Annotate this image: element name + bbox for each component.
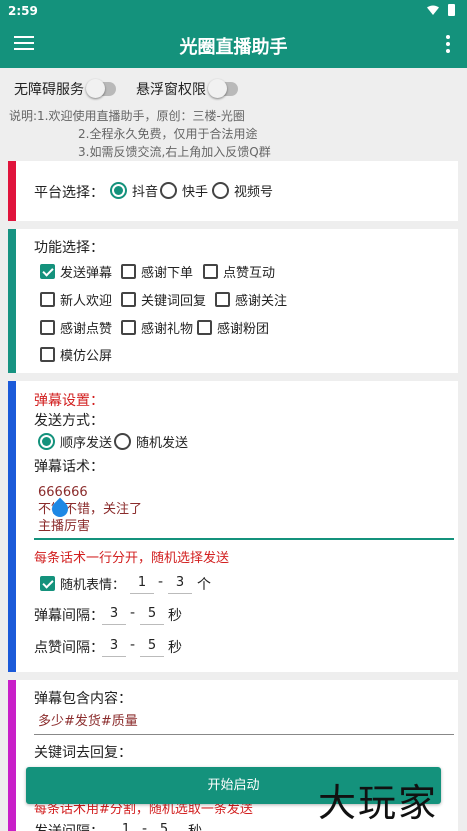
platform-label: 平台选择： bbox=[34, 185, 104, 201]
function-thank-order[interactable]: 感谢下单 bbox=[121, 262, 193, 281]
overlay-switch[interactable] bbox=[208, 79, 238, 98]
like-interval-label: 点赞间隔： bbox=[34, 640, 104, 656]
keyword-interval-min-input[interactable]: 1 bbox=[114, 821, 138, 831]
function-welcome-new[interactable]: 新人欢迎 bbox=[40, 290, 112, 309]
emoji-max-input[interactable]: 3 bbox=[168, 574, 192, 594]
keyword-contains-label: 弹幕包含内容： bbox=[34, 691, 132, 707]
checkbox-icon[interactable] bbox=[121, 264, 136, 279]
like-interval-unit: 秒 bbox=[168, 640, 182, 656]
permission-toggles: 无障碍服务 悬浮窗权限 bbox=[14, 78, 258, 100]
instruction-line-2: 2.全程永久免费，仅用于合法用途 bbox=[78, 127, 258, 141]
more-options-icon[interactable] bbox=[445, 35, 451, 55]
checkbox-icon[interactable] bbox=[40, 292, 55, 307]
function-send-danmu[interactable]: 发送弹幕 bbox=[40, 262, 112, 281]
platform-option-shipinhao[interactable]: 视频号 bbox=[212, 181, 273, 200]
checkbox-icon[interactable] bbox=[121, 292, 136, 307]
page-title: 光圈直播助手 bbox=[179, 37, 288, 58]
keyword-interval-max-input[interactable]: 5 bbox=[152, 821, 176, 831]
dash: - bbox=[158, 574, 164, 590]
function-thank-fans[interactable]: 感谢粉团 bbox=[197, 318, 269, 337]
function-thank-gift[interactable]: 感谢礼物 bbox=[121, 318, 193, 337]
instructions: 说明:1.欢迎使用直播助手，原创：三楼-光圈 2.全程永久免费，仅用于合法用途 … bbox=[9, 107, 271, 161]
dash: - bbox=[130, 605, 136, 621]
checkbox-checked-icon[interactable] bbox=[40, 576, 55, 591]
radio-icon[interactable] bbox=[160, 182, 177, 199]
app-bar: 光圈直播助手 bbox=[0, 22, 467, 68]
checkbox-icon[interactable] bbox=[215, 292, 230, 307]
emoji-min-input[interactable]: 1 bbox=[130, 574, 154, 594]
function-mimic-screen[interactable]: 模仿公屏 bbox=[40, 345, 112, 364]
radio-selected-icon[interactable] bbox=[38, 433, 55, 450]
function-thank-like[interactable]: 感谢点赞 bbox=[40, 318, 112, 337]
interval-label: 弹幕间隔： bbox=[34, 608, 104, 624]
keyword-interval-label: 发送间隔： bbox=[34, 821, 104, 831]
checkbox-icon[interactable] bbox=[40, 347, 55, 362]
checkbox-checked-icon[interactable] bbox=[40, 264, 55, 279]
platform-option-douyin[interactable]: 抖音 bbox=[110, 181, 158, 200]
status-time: 2:59 bbox=[8, 4, 38, 18]
checkbox-icon[interactable] bbox=[40, 320, 55, 335]
random-emoji-toggle[interactable]: 随机表情： bbox=[40, 574, 125, 593]
send-mode-label: 发送方式： bbox=[34, 413, 104, 429]
function-card: 功能选择： 发送弹幕 感谢下单 点赞互动 新人欢迎 关键词回复 感谢关注 感谢点… bbox=[8, 229, 458, 373]
checkbox-icon[interactable] bbox=[197, 320, 212, 335]
radio-selected-icon[interactable] bbox=[110, 182, 127, 199]
keyword-contains-input[interactable]: 多少#发货#质量 bbox=[34, 713, 454, 735]
overlay-toggle-row: 悬浮窗权限 bbox=[136, 79, 238, 99]
instruction-line-1: 说明:1.欢迎使用直播助手，原创：三楼-光圈 bbox=[9, 109, 245, 123]
phrases-input[interactable]: 666666 不错不错，关注了 主播厉害 bbox=[34, 484, 454, 540]
phrases-hint: 每条话术一行分开，随机选择发送 bbox=[34, 551, 230, 566]
function-label: 功能选择： bbox=[34, 240, 104, 256]
dash: - bbox=[130, 637, 136, 653]
checkbox-icon[interactable] bbox=[121, 320, 136, 335]
battery-icon bbox=[448, 4, 455, 16]
overlay-label: 悬浮窗权限 bbox=[136, 82, 206, 98]
dash: - bbox=[142, 821, 148, 831]
status-bar: 2:59 bbox=[0, 0, 467, 22]
platform-option-kuaishou[interactable]: 快手 bbox=[160, 181, 208, 200]
function-keyword-reply[interactable]: 关键词回复 bbox=[121, 290, 206, 309]
send-mode-sequential[interactable]: 顺序发送 bbox=[38, 432, 112, 451]
accessibility-label: 无障碍服务 bbox=[14, 82, 84, 98]
checkbox-icon[interactable] bbox=[203, 264, 218, 279]
like-interval-max-input[interactable]: 5 bbox=[140, 637, 164, 657]
accessibility-toggle-row: 无障碍服务 bbox=[14, 79, 116, 99]
danmu-settings-card: 弹幕设置： 发送方式： 顺序发送 随机发送 弹幕话术： 666666 不错不错，… bbox=[8, 381, 458, 672]
wifi-icon bbox=[427, 5, 439, 15]
platform-card: 平台选择： 抖音 快手 视频号 bbox=[8, 161, 458, 221]
instruction-line-3: 3.如需反馈交流,右上角加入反馈Q群 bbox=[78, 145, 271, 159]
interval-min-input[interactable]: 3 bbox=[102, 605, 126, 625]
watermark-logo: 大玩家 bbox=[318, 781, 439, 825]
danmu-section-title: 弹幕设置： bbox=[34, 393, 104, 409]
send-mode-random[interactable]: 随机发送 bbox=[114, 432, 188, 451]
function-thank-follow[interactable]: 感谢关注 bbox=[215, 290, 287, 309]
radio-icon[interactable] bbox=[212, 182, 229, 199]
interval-unit: 秒 bbox=[168, 608, 182, 624]
keyword-interval-unit: 秒 bbox=[188, 821, 202, 831]
function-like-interact[interactable]: 点赞互动 bbox=[203, 262, 275, 281]
interval-max-input[interactable]: 5 bbox=[140, 605, 164, 625]
phrases-label: 弹幕话术： bbox=[34, 459, 104, 475]
accessibility-switch[interactable] bbox=[86, 79, 116, 98]
like-interval-min-input[interactable]: 3 bbox=[102, 637, 126, 657]
radio-icon[interactable] bbox=[114, 433, 131, 450]
keyword-reply-label: 关键词去回复： bbox=[34, 745, 132, 761]
emoji-unit: 个 bbox=[197, 577, 211, 593]
